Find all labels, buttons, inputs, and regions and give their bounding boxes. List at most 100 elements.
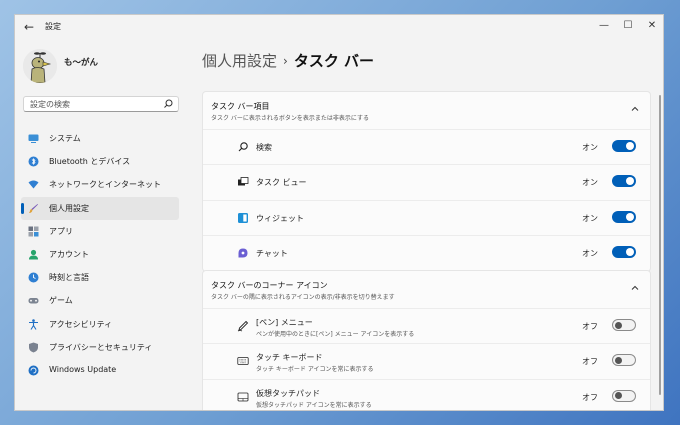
- toggle-state-text: オン: [582, 249, 598, 259]
- sidebar-item-accounts[interactable]: アカウント: [21, 243, 179, 266]
- maximize-button[interactable]: ☐: [617, 18, 639, 34]
- section-title: タスク バーのコーナー アイコン: [211, 281, 328, 290]
- setting-description: ペンが使用中のときに[ペン] メニュー アイコンを表示する: [256, 331, 415, 338]
- chat-icon: [238, 248, 248, 258]
- chevron-up-icon[interactable]: [630, 283, 640, 293]
- breadcrumb-parent[interactable]: 個人用設定: [202, 52, 277, 70]
- section-header[interactable]: タスク バーのコーナー アイコン タスク バーの隅に表示されるアイコンの表示/非…: [203, 271, 650, 308]
- setting-label: タッチ キーボード: [256, 353, 323, 363]
- setting-label: タスク ビュー: [256, 178, 307, 188]
- settings-window: ← 設定 — ☐ ✕ も～がん 設定の検索 システム Bluetooth とデバ…: [14, 14, 664, 411]
- chevron-up-icon[interactable]: [630, 104, 640, 114]
- sidebar-item-label: ネットワークとインターネット: [49, 180, 161, 190]
- sidebar-item-windows-update[interactable]: Windows Update: [21, 359, 179, 382]
- paintbrush-icon: [29, 203, 38, 213]
- setting-row-search: 検索 オン: [203, 129, 650, 164]
- sidebar-item-gaming[interactable]: ゲーム: [21, 289, 179, 312]
- accessibility-icon: [29, 318, 38, 330]
- virtual-touchpad-toggle[interactable]: [612, 389, 636, 402]
- toggle-state-text: オン: [582, 213, 598, 223]
- toggle-state-text: オン: [582, 178, 598, 188]
- settings-search-input[interactable]: 設定の検索: [23, 96, 179, 112]
- search-toggle[interactable]: [612, 140, 636, 152]
- toggle-state-text: オフ: [582, 357, 598, 367]
- sidebar-item-label: 時刻と言語: [49, 273, 89, 283]
- setting-label: ウィジェット: [256, 213, 304, 223]
- setting-label: チャット: [256, 249, 288, 259]
- setting-description: 仮想タッチパッド アイコンを常に表示する: [256, 401, 372, 409]
- sidebar-item-label: アカウント: [49, 249, 89, 259]
- main-content: 個人用設定 › タスク バー タスク バー項目 タスク バーに表示されるボタンを表示…: [202, 39, 663, 410]
- apps-icon: [28, 226, 39, 237]
- sidebar-item-label: Windows Update: [49, 364, 117, 374]
- sidebar-item-label: Bluetooth とデバイス: [49, 157, 131, 167]
- section-title: タスク バー項目: [211, 102, 270, 111]
- setting-label: 検索: [256, 143, 272, 152]
- app-title: 設定: [45, 22, 61, 31]
- taskbar-items-section: タスク バー項目 タスク バーに表示されるボタンを表示または非表示にする 検索 …: [202, 91, 651, 272]
- pen-menu-toggle[interactable]: [612, 319, 636, 331]
- section-subtitle: タスク バーの隅に表示されるアイコンの表示/非表示を切り替えます: [211, 294, 395, 301]
- widgets-icon: [238, 212, 248, 223]
- title-bar: ← 設定 — ☐ ✕: [15, 15, 663, 39]
- sidebar-item-label: システム: [49, 134, 81, 143]
- toggle-state-text: オン: [582, 143, 598, 152]
- toggle-state-text: オフ: [582, 392, 598, 402]
- vertical-scrollbar[interactable]: [659, 95, 661, 395]
- sidebar-item-system[interactable]: システム: [21, 127, 179, 150]
- sidebar-item-label: アプリ: [49, 226, 73, 236]
- active-indicator: [21, 202, 24, 214]
- sidebar-item-bluetooth[interactable]: Bluetooth とデバイス: [21, 150, 179, 173]
- setting-row-task-view: タスク ビュー オン: [203, 164, 650, 199]
- sidebar-item-label: プライバシーとセキュリティ: [49, 342, 153, 352]
- sidebar-item-label: 個人用設定: [49, 203, 89, 213]
- system-monitor-icon: [28, 134, 39, 143]
- account-icon: [29, 249, 38, 260]
- sidebar-item-accessibility[interactable]: アクセシビリティ: [21, 313, 179, 336]
- gamepad-icon: [28, 298, 39, 304]
- setting-label: 仮想タッチパッド: [256, 388, 320, 398]
- pen-icon: [237, 320, 249, 332]
- time-language-icon: [28, 272, 39, 283]
- setting-row-chat: チャット オン: [203, 235, 650, 270]
- touch-keyboard-toggle[interactable]: [612, 354, 636, 367]
- sidebar-item-privacy-security[interactable]: プライバシーとセキュリティ: [21, 336, 179, 359]
- breadcrumb-separator-icon: ›: [283, 54, 288, 68]
- keyboard-icon: [237, 357, 249, 366]
- user-name: も～がん: [64, 58, 99, 68]
- task-view-icon: [238, 177, 249, 186]
- close-button[interactable]: ✕: [641, 18, 663, 34]
- sidebar-item-label: アクセシビリティ: [49, 319, 113, 329]
- setting-description: タッチ キーボード アイコンを常に表示する: [256, 366, 374, 374]
- network-icon: [28, 180, 39, 189]
- toggle-state-text: オフ: [582, 322, 598, 331]
- setting-row-touch-keyboard: タッチ キーボード タッチ キーボード アイコンを常に表示する オフ: [203, 343, 650, 378]
- setting-label: [ペン] メニュー: [256, 318, 313, 327]
- shield-icon: [29, 342, 38, 353]
- section-header[interactable]: タスク バー項目 タスク バーに表示されるボタンを表示または非表示にする: [203, 92, 650, 129]
- search-icon: [238, 142, 248, 152]
- sidebar: も～がん 設定の検索 システム Bluetooth とデバイス ネットワークとイ…: [15, 39, 193, 410]
- setting-row-widgets: ウィジェット オン: [203, 199, 650, 235]
- sidebar-item-personalization[interactable]: 個人用設定: [21, 196, 179, 220]
- task-view-toggle[interactable]: [612, 175, 636, 188]
- sidebar-item-apps[interactable]: アプリ: [21, 220, 179, 243]
- bluetooth-icon: [28, 156, 39, 167]
- widgets-toggle[interactable]: [612, 210, 636, 223]
- setting-row-virtual-touchpad: 仮想タッチパッド 仮想タッチパッド アイコンを常に表示する オフ: [203, 378, 650, 410]
- minimize-button[interactable]: —: [593, 18, 615, 34]
- search-icon[interactable]: [162, 98, 174, 110]
- breadcrumb: 個人用設定 › タスク バー: [202, 50, 374, 71]
- chat-toggle[interactable]: [612, 246, 636, 259]
- back-arrow-icon[interactable]: ←: [21, 19, 37, 35]
- search-placeholder: 設定の検索: [30, 100, 70, 109]
- windows-update-icon: [28, 365, 39, 376]
- avatar[interactable]: [23, 49, 57, 83]
- duck-avatar-image: [23, 49, 57, 83]
- corner-icons-section: タスク バーのコーナー アイコン タスク バーの隅に表示されるアイコンの表示/非…: [202, 270, 651, 410]
- nav-list: システム Bluetooth とデバイス ネットワークとインターネット 個人用設…: [21, 127, 179, 382]
- setting-row-pen-menu: [ペン] メニュー ペンが使用中のときに[ペン] メニュー アイコンを表示する …: [203, 308, 650, 343]
- sidebar-item-label: ゲーム: [49, 296, 73, 306]
- sidebar-item-time-language[interactable]: 時刻と言語: [21, 266, 179, 289]
- sidebar-item-network[interactable]: ネットワークとインターネット: [21, 173, 179, 196]
